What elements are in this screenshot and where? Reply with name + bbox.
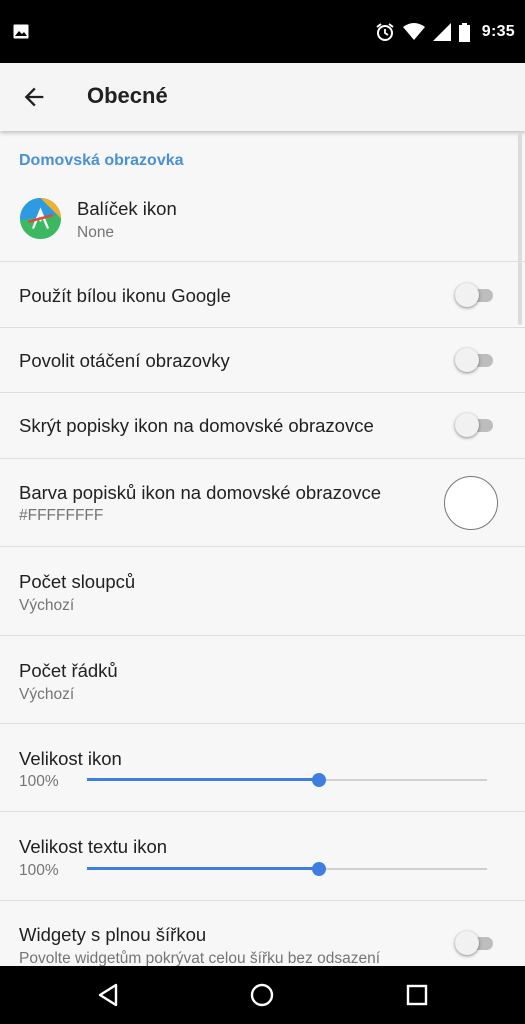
status-bar: 9:35 <box>0 0 525 63</box>
setting-title: Skrýt popisky ikon na domovské obrazovce <box>19 415 374 436</box>
setting-title: Povolit otáčení obrazovky <box>19 350 230 371</box>
setting-title: Barva popisků ikon na domovské obrazovce <box>19 482 381 503</box>
setting-title: Počet řádků <box>19 660 118 681</box>
setting-value: 100% <box>19 773 59 790</box>
rotation-toggle[interactable] <box>455 348 493 372</box>
toggle-thumb <box>455 348 479 372</box>
setting-white-google-icon[interactable]: Použít bílou ikonu Google <box>0 262 525 328</box>
setting-value: Výchozí <box>19 597 75 614</box>
setting-columns[interactable]: Počet sloupců Výchozí <box>0 547 525 636</box>
app-bar: Obecné <box>0 63 525 131</box>
setting-rotation[interactable]: Povolit otáčení obrazovky <box>0 328 525 393</box>
setting-summary: Povolte widgetům pokrývat celou šířku be… <box>19 950 380 966</box>
toggle-thumb <box>455 413 479 437</box>
recents-square-icon[interactable] <box>404 982 430 1008</box>
setting-title: Balíček ikon <box>77 198 177 219</box>
scrollbar[interactable] <box>518 133 522 325</box>
gallery-icon <box>13 24 29 39</box>
white-google-toggle[interactable] <box>455 283 493 307</box>
setting-icon-pack[interactable]: Balíček ikon None <box>0 182 525 262</box>
navigation-bar <box>0 966 525 1024</box>
icon-pack-icon <box>20 198 61 239</box>
text-size-slider[interactable] <box>87 859 487 879</box>
setting-title: Velikost textu ikon <box>19 836 168 857</box>
setting-rows[interactable]: Počet řádků Výchozí <box>0 636 525 724</box>
slider-fill <box>87 778 319 781</box>
settings-list: Domovská obrazovka Balíček ikon None Pou… <box>0 131 525 966</box>
section-header: Domovská obrazovka <box>19 152 184 169</box>
slider-thumb[interactable] <box>312 862 326 876</box>
signal-icon <box>432 23 451 41</box>
page-title: Obecné <box>87 83 168 108</box>
slider-fill <box>87 867 319 870</box>
setting-title: Widgety s plnou šířkou <box>19 924 207 945</box>
setting-value: Výchozí <box>19 686 75 703</box>
hide-labels-toggle[interactable] <box>455 413 493 437</box>
setting-title: Použít bílou ikonu Google <box>19 285 231 306</box>
setting-label-color[interactable]: Barva popisků ikon na domovské obrazovce… <box>0 459 525 547</box>
wifi-icon <box>402 23 425 40</box>
battery-icon <box>458 22 470 42</box>
status-time: 9:35 <box>481 23 515 40</box>
setting-value: #FFFFFFFF <box>19 507 104 524</box>
toggle-thumb <box>455 931 479 955</box>
setting-icon-size[interactable]: Velikost ikon 100% <box>0 724 525 812</box>
full-width-widgets-toggle[interactable] <box>455 931 493 955</box>
color-swatch[interactable] <box>444 476 498 530</box>
setting-text-size[interactable]: Velikost textu ikon 100% <box>0 812 525 901</box>
toggle-thumb <box>455 283 479 307</box>
setting-full-width-widgets[interactable]: Widgety s plnou šířkou Povolte widgetům … <box>0 901 525 966</box>
setting-value: 100% <box>19 862 59 879</box>
setting-value: None <box>77 224 115 241</box>
setting-title: Velikost ikon <box>19 748 122 769</box>
back-triangle-icon[interactable] <box>96 982 122 1008</box>
icon-size-slider[interactable] <box>87 770 487 790</box>
arrow-back-icon[interactable] <box>20 83 48 111</box>
setting-title: Počet sloupců <box>19 571 136 592</box>
slider-thumb[interactable] <box>312 773 326 787</box>
alarm-icon <box>376 23 394 41</box>
home-circle-icon[interactable] <box>249 982 275 1008</box>
setting-hide-labels[interactable]: Skrýt popisky ikon na domovské obrazovce <box>0 393 525 459</box>
